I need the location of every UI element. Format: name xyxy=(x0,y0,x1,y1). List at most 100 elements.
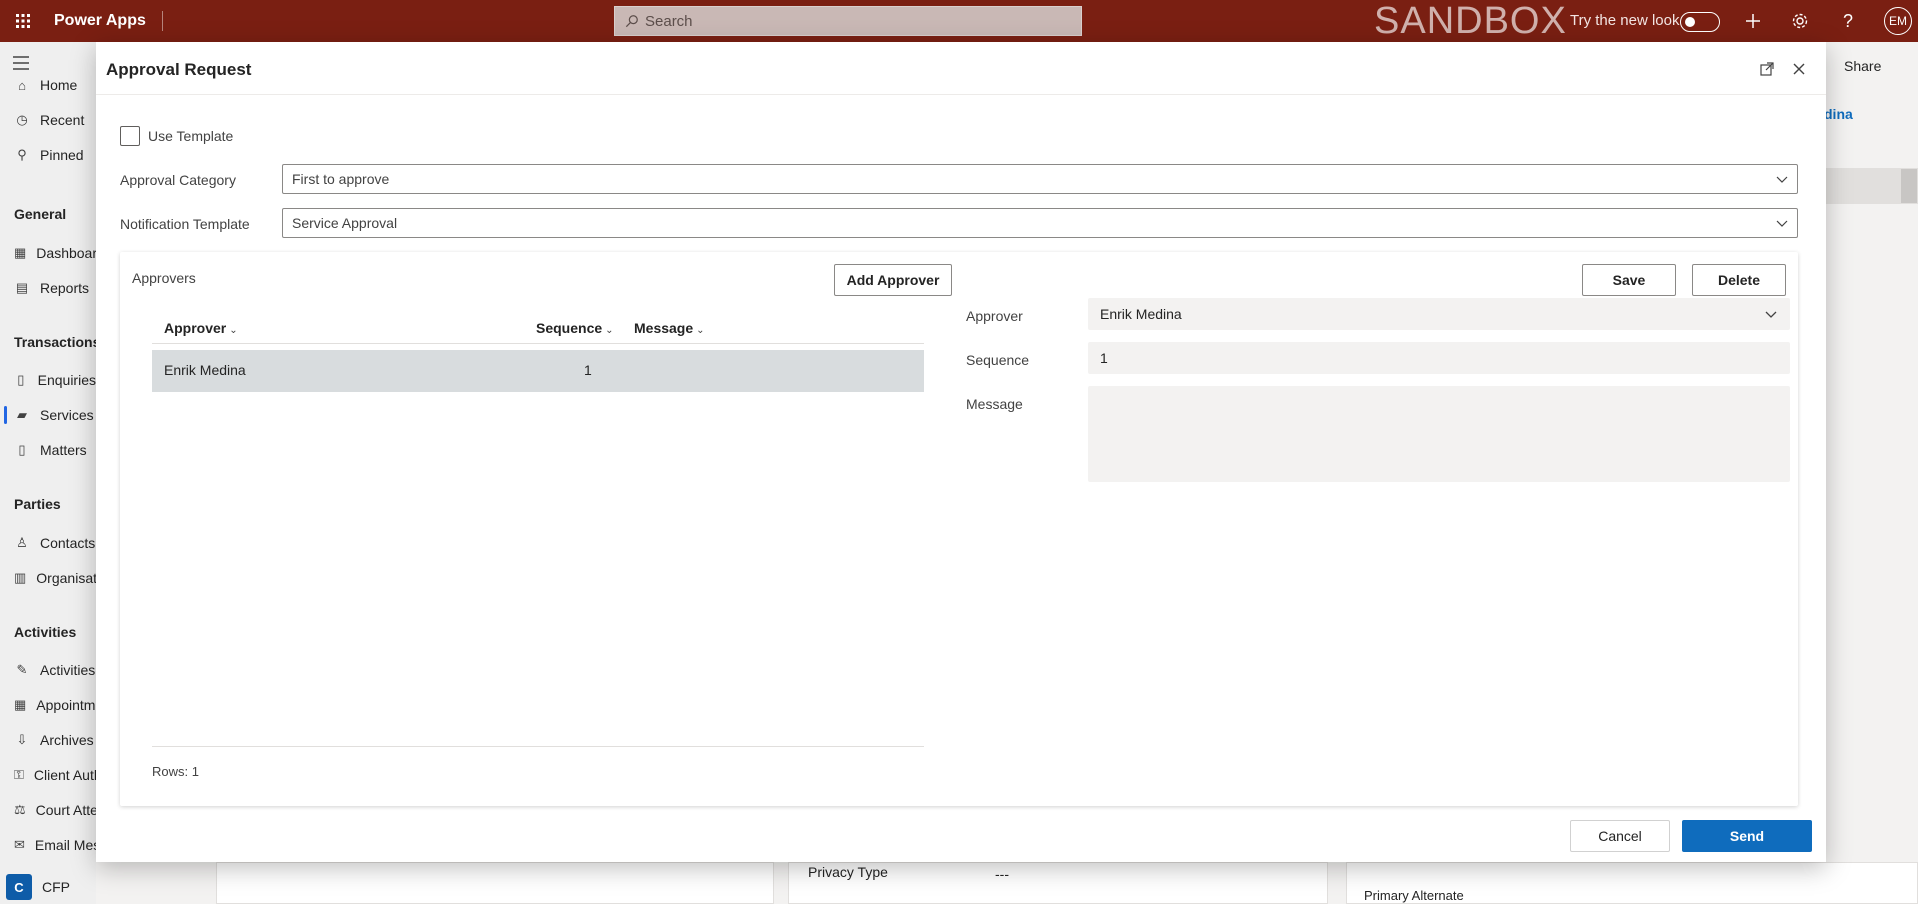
detail-approver-value: Enrik Medina xyxy=(1100,306,1182,322)
sitemap-nav: ⌂ Home ◷ Recent ⚲ Pinned General ▦ Dashboard… xyxy=(0,42,100,904)
column-label: Message xyxy=(634,320,694,336)
nav-item-matters[interactable]: ▯ Matters xyxy=(0,433,96,467)
help-icon[interactable]: ? xyxy=(1837,10,1859,32)
nav-item-label: Archives xyxy=(40,732,94,748)
detail-message-label: Message xyxy=(966,396,1023,412)
nav-item-activities[interactable]: ✎ Activities xyxy=(0,653,96,687)
nav-item-archives[interactable]: ⇩ Archives xyxy=(0,723,96,757)
global-search-input[interactable]: Search xyxy=(614,6,1082,36)
area-badge: C xyxy=(6,874,32,900)
rows-count: Rows: 1 xyxy=(152,764,199,779)
report-icon: ▤ xyxy=(15,280,29,295)
new-look-toggle[interactable] xyxy=(1680,12,1720,32)
nav-item-enquiries[interactable]: ▯ Enquiries xyxy=(0,363,96,397)
approval-category-select[interactable]: First to approve xyxy=(282,164,1798,194)
clock-icon: ◷ xyxy=(16,112,28,127)
nav-item-label: Services xyxy=(40,407,94,423)
nav-item-appointments[interactable]: ▦ Appointments xyxy=(0,688,96,722)
approval-category-value: First to approve xyxy=(292,171,390,187)
column-label: Approver xyxy=(164,320,227,336)
nav-item-label: Court Attendance xyxy=(35,802,96,818)
approvers-panel: Approvers Add Approver Save Delete Appro… xyxy=(120,252,1798,806)
nav-item-organisations[interactable]: ▥ Organisations xyxy=(0,561,96,595)
nav-section-activities: Activities xyxy=(14,624,77,640)
nav-item-label: Appointments xyxy=(36,697,96,713)
notification-template-value: Service Approval xyxy=(292,215,398,231)
app-launcher-icon[interactable] xyxy=(0,0,46,42)
chevron-down-icon: ⌄ xyxy=(696,325,705,336)
cell-sequence: 1 xyxy=(584,362,592,378)
nav-item-label: Client Auth xyxy=(33,767,96,783)
nav-item-client-auth[interactable]: ⚿ Client Auth xyxy=(0,758,96,792)
app-name[interactable]: Power Apps xyxy=(46,11,163,31)
cancel-button[interactable]: Cancel xyxy=(1570,820,1670,852)
privacy-type-label: Privacy Type xyxy=(808,864,888,880)
privacy-type-value: --- xyxy=(995,866,1009,882)
dialog-title: Approval Request xyxy=(106,60,252,79)
table-row[interactable]: Enrik Medina 1 xyxy=(152,350,924,392)
nav-item-recent[interactable]: ◷ Recent xyxy=(0,103,96,137)
cell-approver: Enrik Medina xyxy=(164,362,246,378)
column-header-sequence[interactable]: Sequence ⌄ xyxy=(536,320,614,336)
notification-template-select[interactable]: Service Approval xyxy=(282,208,1798,238)
environment-label: SANDBOX xyxy=(1374,0,1567,42)
detail-approver-select[interactable]: Enrik Medina xyxy=(1088,298,1790,330)
send-button[interactable]: Send xyxy=(1682,820,1812,852)
divider xyxy=(96,94,1826,95)
close-icon[interactable] xyxy=(1788,58,1810,80)
owner-link[interactable]: dina xyxy=(1824,106,1853,122)
pin-icon: ⚲ xyxy=(17,147,27,162)
detail-sequence-label: Sequence xyxy=(966,352,1030,368)
key-icon: ⚿ xyxy=(14,767,24,782)
chevron-down-icon xyxy=(1776,176,1788,183)
detail-approver-label: Approver xyxy=(966,308,1023,324)
nav-item-email-messages[interactable]: ✉ Email Messages xyxy=(0,828,96,862)
dashboard-icon: ▦ xyxy=(14,245,27,260)
column-header-message[interactable]: Message ⌄ xyxy=(634,320,705,336)
column-header-approver[interactable]: Approver ⌄ xyxy=(164,320,238,336)
nav-item-label: Pinned xyxy=(40,147,84,163)
expand-icon[interactable] xyxy=(1756,58,1778,80)
mail-icon: ✉ xyxy=(14,837,25,852)
nav-item-reports[interactable]: ▤ Reports xyxy=(0,271,96,305)
home-icon: ⌂ xyxy=(18,77,26,93)
nav-item-contacts[interactable]: ♙ Contacts xyxy=(0,526,96,560)
nav-item-label: Activities xyxy=(40,662,96,678)
detail-sequence-input[interactable]: 1 xyxy=(1088,342,1790,374)
detail-message-textarea[interactable] xyxy=(1088,386,1790,482)
folder-icon: ▰ xyxy=(17,407,27,422)
search-placeholder: Search xyxy=(645,12,693,30)
nav-item-services[interactable]: ▰ Services xyxy=(0,398,96,432)
document-icon: ▯ xyxy=(18,442,26,457)
notification-template-label: Notification Template xyxy=(120,216,250,232)
document-icon: ▯ xyxy=(17,372,25,387)
use-template-checkbox[interactable] xyxy=(120,126,140,146)
add-approver-button[interactable]: Add Approver xyxy=(834,264,952,296)
divider xyxy=(152,746,924,747)
search-icon xyxy=(625,15,638,28)
nav-item-dashboards[interactable]: ▦ Dashboards xyxy=(0,236,96,270)
nav-item-label: Dashboards xyxy=(36,245,96,261)
nav-item-label: Organisations xyxy=(36,570,96,586)
share-button[interactable]: Share xyxy=(1844,58,1881,74)
approval-request-dialog: Approval Request Use Template Approval C… xyxy=(96,42,1826,862)
gavel-icon: ⚖ xyxy=(14,802,26,817)
add-icon[interactable] xyxy=(1742,10,1764,32)
calendar-icon: ▦ xyxy=(14,697,27,712)
expand-panel-icon[interactable] xyxy=(1900,168,1918,204)
user-avatar[interactable]: EM xyxy=(1884,7,1912,35)
chevron-down-icon: ⌄ xyxy=(605,325,614,336)
gear-icon[interactable] xyxy=(1789,10,1811,32)
detail-sequence-value: 1 xyxy=(1100,350,1108,366)
approvers-title: Approvers xyxy=(132,270,196,286)
nav-section-transactions: Transactions xyxy=(14,334,101,350)
chevron-down-icon: ⌄ xyxy=(229,325,238,336)
nav-item-pinned[interactable]: ⚲ Pinned xyxy=(0,138,96,172)
delete-button[interactable]: Delete xyxy=(1692,264,1786,296)
try-new-look-label: Try the new look xyxy=(1570,12,1680,29)
save-button[interactable]: Save xyxy=(1582,264,1676,296)
nav-item-home[interactable]: ⌂ Home xyxy=(0,68,96,102)
person-icon: ♙ xyxy=(16,535,28,550)
activity-icon: ✎ xyxy=(16,662,28,677)
nav-item-court-attendance[interactable]: ⚖ Court Attendance xyxy=(0,793,96,827)
